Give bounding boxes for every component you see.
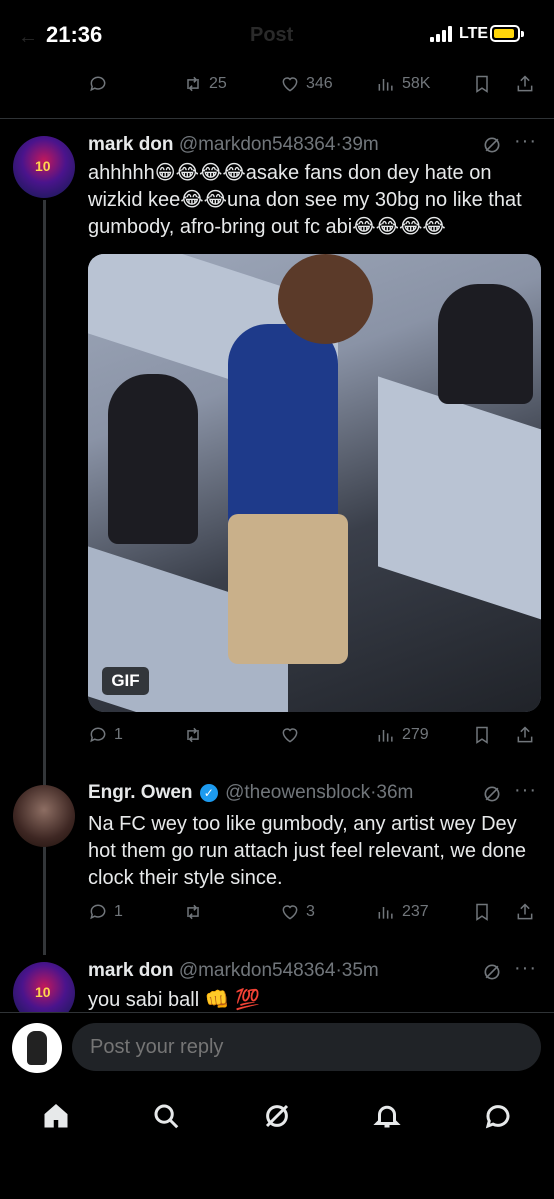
share-icon — [517, 726, 533, 743]
clock: 21:36 — [46, 22, 103, 47]
grok-icon[interactable] — [482, 784, 502, 804]
tweet-text: ahhhhh😁😂😂😂asake fans don dey hate on wiz… — [88, 162, 522, 238]
reply-icon — [90, 904, 106, 920]
reply-icon — [90, 76, 106, 92]
retweet-button[interactable] — [183, 902, 203, 922]
views-icon — [378, 907, 393, 919]
reply-icon — [90, 727, 106, 743]
views-icon — [378, 730, 393, 742]
author-name[interactable]: mark don — [88, 960, 174, 981]
child-head — [278, 254, 373, 344]
bottom-nav — [0, 1083, 554, 1199]
retweet-icon — [187, 76, 199, 92]
retweet-count: 25 — [209, 75, 227, 92]
tweet-header: Engr. Owen ✓ @theowensblock·36m — [88, 782, 414, 803]
bell-icon[interactable] — [372, 1101, 402, 1131]
views-button[interactable]: 237 — [376, 902, 429, 922]
tweet-media-gif[interactable]: GIF — [88, 254, 541, 712]
more-icon[interactable]: ··· — [514, 779, 537, 802]
share-icon — [517, 903, 533, 920]
tweet-text: you sabi ball 👊 💯 — [88, 989, 261, 1011]
author-name[interactable]: Engr. Owen — [88, 782, 193, 803]
child-pants — [228, 514, 348, 664]
signal-icon — [430, 26, 454, 42]
reply-count: 1 — [114, 903, 123, 920]
retweet-button[interactable] — [183, 725, 203, 745]
avatar[interactable]: 10 — [13, 136, 75, 198]
views-button[interactable]: 58K — [376, 74, 430, 94]
grok-icon[interactable] — [482, 135, 502, 155]
bookmark-button[interactable] — [472, 902, 492, 922]
grok-icon[interactable] — [482, 962, 502, 982]
avatar[interactable] — [13, 785, 75, 847]
retweet-icon — [187, 727, 199, 743]
back-arrow-icon[interactable]: ← — [18, 26, 38, 49]
tweet-header: mark don @markdon548364·39m — [88, 134, 379, 155]
bookmark-button[interactable] — [472, 725, 492, 745]
bookmark-icon — [476, 726, 488, 744]
heart-icon — [282, 77, 298, 92]
retweet-button[interactable]: 25 — [183, 74, 227, 94]
heart-icon — [282, 728, 298, 743]
like-button[interactable] — [280, 725, 300, 745]
seated-child — [108, 374, 198, 544]
reply-composer — [0, 1012, 554, 1082]
home-icon[interactable] — [41, 1101, 71, 1131]
page-title: Post — [250, 24, 294, 46]
tweet-header: mark don @markdon548364·35m — [88, 960, 379, 981]
heart-icon — [282, 905, 298, 920]
like-button[interactable]: 346 — [280, 74, 333, 94]
status-bar: ← 21:36 Post LTE — [0, 0, 554, 70]
like-button[interactable]: 3 — [280, 902, 315, 922]
share-button[interactable] — [515, 725, 535, 745]
tweet-actions: 1 3 237 — [0, 902, 554, 932]
share-button[interactable] — [515, 74, 535, 94]
more-icon[interactable]: ··· — [514, 957, 537, 980]
tweet-time: 39m — [341, 134, 379, 155]
tweet-time: 35m — [341, 960, 379, 981]
reply-button[interactable] — [88, 74, 108, 94]
divider — [0, 118, 554, 119]
author-handle[interactable]: @markdon548364 — [179, 134, 336, 155]
more-icon[interactable]: ··· — [514, 130, 537, 153]
tweet-time: 36m — [376, 782, 414, 803]
views-count: 58K — [402, 75, 431, 92]
reply-input[interactable] — [72, 1023, 541, 1071]
author-name[interactable]: mark don — [88, 134, 174, 155]
views-count: 279 — [402, 726, 429, 743]
reply-button[interactable]: 1 — [88, 725, 123, 745]
seated-child — [438, 284, 533, 404]
views-button[interactable]: 279 — [376, 725, 429, 745]
reply-button[interactable]: 1 — [88, 902, 123, 922]
tweet-text: Na FC wey too like gumbody, any artist w… — [88, 813, 527, 889]
bookmark-icon — [476, 75, 488, 93]
main-post-actions: 25 346 58K — [0, 74, 554, 104]
author-handle[interactable]: @theowensblock — [225, 782, 370, 803]
grok-icon[interactable] — [262, 1101, 292, 1131]
battery-icon — [490, 25, 524, 42]
verified-badge-icon: ✓ — [199, 784, 218, 802]
like-count: 3 — [306, 903, 315, 920]
tweet-actions: 1 279 — [0, 725, 554, 755]
gif-badge: GIF — [102, 667, 149, 695]
my-avatar[interactable] — [12, 1023, 62, 1073]
network-label: LTE — [459, 25, 489, 42]
retweet-icon — [187, 904, 199, 920]
share-icon — [517, 75, 533, 92]
reply-count: 1 — [114, 726, 123, 743]
bookmark-icon — [476, 903, 488, 921]
views-icon — [378, 79, 393, 91]
bookmark-button[interactable] — [472, 74, 492, 94]
messages-icon[interactable] — [483, 1101, 513, 1131]
author-handle[interactable]: @markdon548364 — [179, 960, 336, 981]
search-icon[interactable] — [151, 1101, 181, 1131]
like-count: 346 — [306, 75, 333, 92]
views-count: 237 — [402, 903, 429, 920]
share-button[interactable] — [515, 902, 535, 922]
